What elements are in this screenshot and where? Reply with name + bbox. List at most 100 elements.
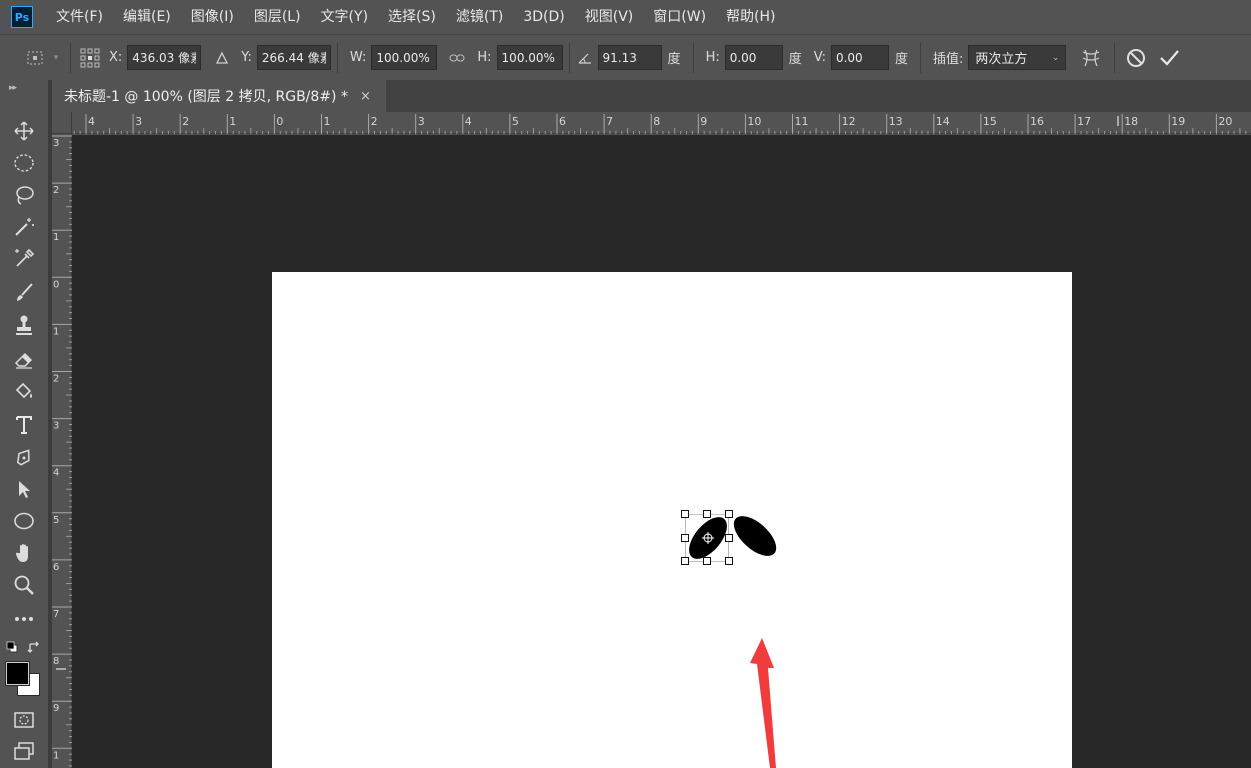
ruler-origin[interactable] <box>52 112 72 134</box>
marquee-tool-button[interactable] <box>9 148 39 178</box>
cancel-transform-icon[interactable] <box>1121 48 1151 68</box>
menu-edit[interactable]: 编辑(E) <box>113 0 181 34</box>
document-tab[interactable]: 未标题-1 @ 100% (图层 2 拷贝, RGB/8#) * × <box>52 80 386 112</box>
ruler-label: 9 <box>700 115 707 128</box>
magic-wand-tool-button[interactable] <box>9 212 39 242</box>
ruler-label: 17 <box>1077 115 1091 128</box>
separator <box>692 42 694 73</box>
warp-icon[interactable] <box>1074 47 1108 69</box>
pen-tool-button[interactable] <box>9 442 39 472</box>
path-selection-tool-button[interactable] <box>9 474 39 504</box>
lasso-tool-button[interactable] <box>9 180 39 210</box>
ruler-label: 16 <box>1030 115 1044 128</box>
ruler-label: 14 <box>936 115 950 128</box>
default-colors-icon[interactable] <box>6 641 18 653</box>
menu-image[interactable]: 图像(I) <box>181 0 244 34</box>
transform-tool-icon <box>24 49 48 67</box>
reference-point-icon[interactable] <box>77 47 103 69</box>
chevron-down-icon[interactable]: ▾ <box>48 53 64 63</box>
shape-tool-button[interactable] <box>9 506 39 536</box>
ruler-label: 1 <box>53 750 59 761</box>
hand-tool-button[interactable] <box>9 538 39 568</box>
ruler-label: 19 <box>1171 115 1185 128</box>
menu-filter[interactable]: 滤镜(T) <box>446 0 513 34</box>
horizontal-ruler[interactable]: 4 3 2 1 0 1 2 3 4 5 6 7 8 9 10 11 12 13 14 15 16 17 18 19 20 <box>52 112 1251 134</box>
ruler-label: 8 <box>53 656 59 667</box>
transform-handle[interactable] <box>681 534 689 542</box>
transform-handle[interactable] <box>703 557 711 565</box>
paint-bucket-tool-button[interactable] <box>9 376 39 406</box>
ruler-label: 20 <box>1218 115 1232 128</box>
interpolation-label: 插值: <box>932 52 964 67</box>
eyedropper-tool-button[interactable] <box>9 244 39 274</box>
move-tool-button[interactable] <box>9 116 39 146</box>
ruler-label: 5 <box>53 515 59 526</box>
more-tools-icon <box>15 617 33 621</box>
path-selection-icon <box>19 481 30 498</box>
screen-mode-button[interactable] <box>9 736 39 766</box>
menu-type[interactable]: 文字(Y) <box>311 0 378 34</box>
paint-bucket-icon <box>15 382 32 399</box>
transform-handle[interactable] <box>681 557 689 565</box>
transform-handle[interactable] <box>725 557 733 565</box>
transform-handle[interactable] <box>681 510 689 518</box>
y-position-input[interactable] <box>256 45 331 70</box>
foreground-color-swatch[interactable] <box>5 661 30 686</box>
ruler-label: 3 <box>135 115 142 128</box>
link-icon[interactable] <box>443 53 471 63</box>
brush-tool-button[interactable] <box>9 278 39 308</box>
x-position-input[interactable] <box>127 45 202 70</box>
ruler-label: 2 <box>371 115 378 128</box>
swap-colors-icon[interactable] <box>27 641 41 655</box>
menu-layer[interactable]: 图层(L) <box>244 0 311 34</box>
menu-view[interactable]: 视图(V) <box>575 0 644 34</box>
relative-position-icon[interactable] <box>209 51 235 65</box>
collapse-panel-icon[interactable]: ▸▸ <box>9 83 17 93</box>
document-canvas[interactable] <box>272 272 1072 768</box>
ruler-label: 2 <box>182 115 189 128</box>
menu-help[interactable]: 帮助(H) <box>716 0 785 34</box>
rotation-input[interactable] <box>597 45 662 70</box>
menu-select[interactable]: 选择(S) <box>378 0 446 34</box>
quick-mask-icon <box>14 712 34 728</box>
interpolation-select[interactable]: 两次立方 ⌄ <box>968 45 1067 70</box>
vertical-ruler[interactable]: 3 2 1 0 1 2 3 4 5 6 7 8 9 1 <box>52 134 72 768</box>
menu-file[interactable]: 文件(F) <box>46 0 113 34</box>
tools-panel: ▸▸ <box>0 80 48 768</box>
ruler-label: 3 <box>53 421 59 432</box>
edit-toolbar-button[interactable] <box>9 604 39 634</box>
close-icon[interactable]: × <box>360 89 371 104</box>
type-tool-button[interactable] <box>9 410 39 440</box>
skew-vertical-input[interactable] <box>830 45 889 70</box>
transform-handle[interactable] <box>703 510 711 518</box>
ruler-label: 4 <box>53 468 59 479</box>
ruler-label: 13 <box>889 115 903 128</box>
ruler-label: 1 <box>53 232 59 243</box>
transform-handle[interactable] <box>725 510 733 518</box>
menu-window[interactable]: 窗口(W) <box>643 0 716 34</box>
ruler-label: 6 <box>559 115 566 128</box>
chevron-down-icon: ⌄ <box>1051 52 1060 63</box>
options-bar: ▾ X: Y: W: H: 度 H: 度 V: 度 插值: 两次立方 ⌄ <box>0 34 1251 80</box>
menu-3d[interactable]: 3D(D) <box>513 0 574 34</box>
height-scale-input[interactable] <box>496 45 563 70</box>
clone-stamp-tool-button[interactable] <box>9 310 39 340</box>
eraser-tool-button[interactable] <box>9 344 39 374</box>
ruler-label: 3 <box>53 138 59 149</box>
commit-transform-icon[interactable] <box>1151 48 1187 68</box>
quick-mask-button[interactable] <box>9 705 39 735</box>
zoom-tool-button[interactable] <box>9 570 39 600</box>
brush-icon <box>17 283 33 301</box>
width-label: W: <box>349 50 367 65</box>
pen-icon <box>16 449 30 466</box>
interpolation-value: 两次立方 <box>975 52 1028 67</box>
height-label: H: <box>477 50 492 65</box>
skew-horizontal-input[interactable] <box>724 45 783 70</box>
zoom-icon <box>14 575 34 595</box>
screen-mode-icon <box>14 742 34 760</box>
skew-h-label: H: <box>705 50 720 65</box>
width-scale-input[interactable] <box>371 45 438 70</box>
ruler-label: 1 <box>324 115 331 128</box>
menu-bar: Ps 文件(F) 编辑(E) 图像(I) 图层(L) 文字(Y) 选择(S) 滤… <box>0 0 1251 34</box>
transform-handle[interactable] <box>725 534 733 542</box>
